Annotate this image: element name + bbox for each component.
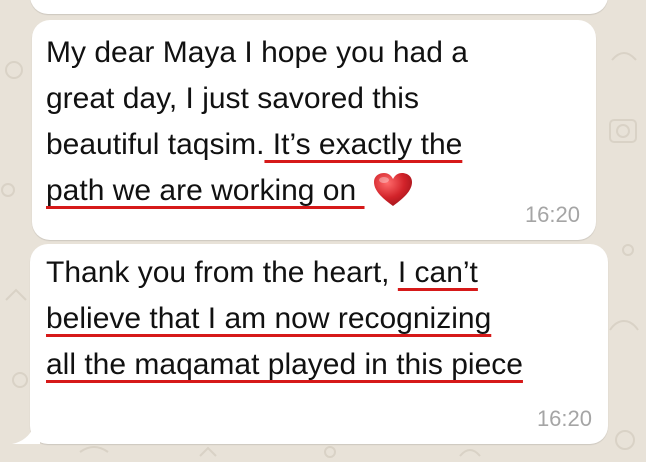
message-text-underlined: I can’t: [397, 256, 478, 289]
message-timestamp: 16:20: [536, 406, 592, 431]
message-text-underlined: path we are working on: [46, 174, 365, 207]
message-line: believe that I am now recognizing: [46, 296, 523, 342]
message-text-underlined: believe that I am now recognizing: [46, 302, 492, 335]
message-text-plain: My dear Maya I hope you had a: [46, 36, 468, 69]
message-line: beautiful taqsim. It’s exactly the: [46, 122, 468, 168]
message-bubble[interactable]: My dear Maya I hope you had a great day,…: [32, 20, 596, 240]
message-line: great day, I just savored this: [46, 76, 468, 122]
message-bubble[interactable]: Thank you from the heart, I can’t believ…: [30, 244, 608, 444]
message-line: all the maqamat played in this piece: [46, 342, 523, 388]
message-text: Thank you from the heart, I can’t believ…: [46, 250, 523, 388]
message-text-plain: Thank you from the heart,: [46, 256, 398, 289]
message-text-underlined: It’s exactly the: [264, 128, 463, 161]
bubble-tail: [12, 426, 40, 444]
message-text-plain: beautiful taqsim.: [46, 128, 265, 161]
previous-message-bubble[interactable]: [30, 0, 608, 14]
message-line: Thank you from the heart, I can’t: [46, 250, 523, 296]
message-text: My dear Maya I hope you had a great day,…: [46, 30, 468, 214]
message-timestamp: 16:20: [524, 202, 580, 227]
heart-emoji-icon: [373, 173, 412, 206]
message-text-plain: great day, I just savored this: [46, 82, 419, 115]
message-line: path we are working on: [46, 168, 468, 214]
message-text-underlined: all the maqamat played in this piece: [46, 348, 523, 381]
message-line: My dear Maya I hope you had a: [46, 30, 468, 76]
